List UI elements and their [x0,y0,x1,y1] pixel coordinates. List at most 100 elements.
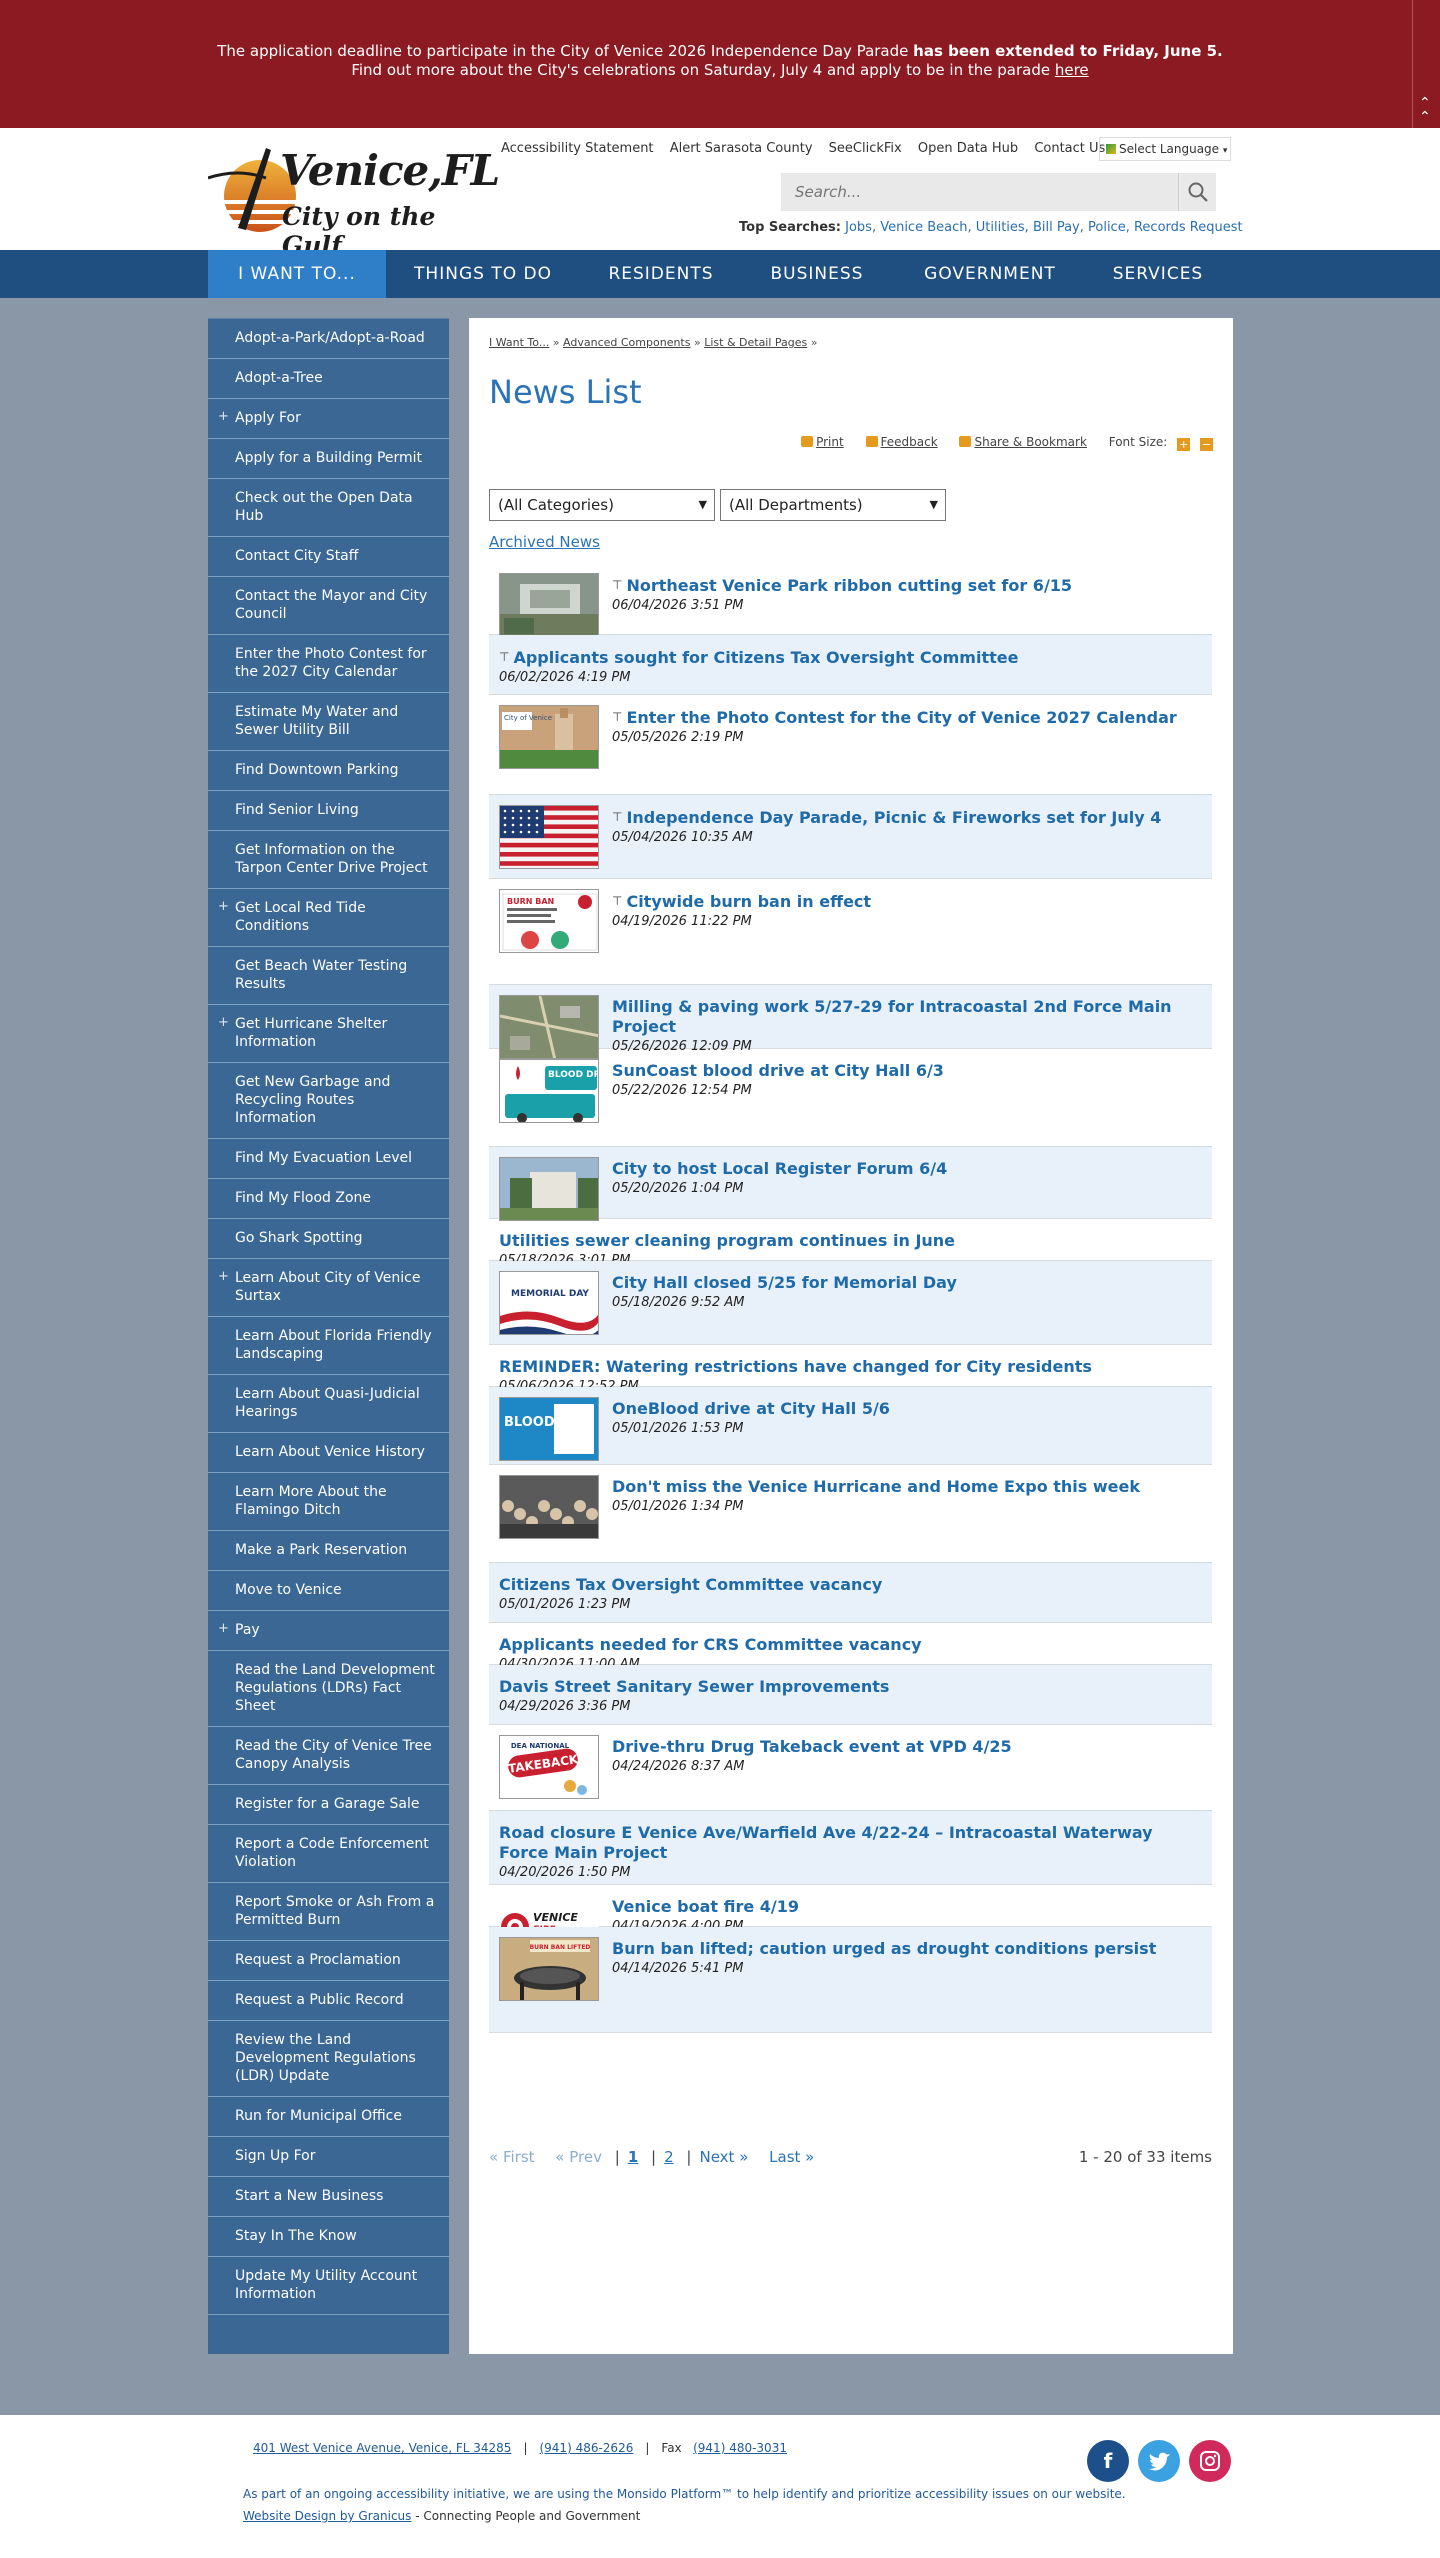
sidebar-item[interactable]: Find Senior Living [208,791,449,831]
archived-news-link[interactable]: Archived News [489,533,600,551]
sidebar-item[interactable]: Report Smoke or Ash From a Permitted Bur… [208,1883,449,1941]
expand-plus-icon[interactable]: + [218,1620,229,1638]
footer-phone-link[interactable]: (941) 486-2626 [539,2441,633,2455]
news-thumbnail[interactable]: City of Venice [499,705,599,769]
footer-design-link[interactable]: Website Design by Granicus [243,2509,411,2523]
sidebar-item[interactable]: Learn About Venice History [208,1433,449,1473]
sidebar-item[interactable]: Contact City Staff [208,537,449,577]
share-bookmark-button[interactable]: Share & Bookmark [959,435,1087,449]
nav-business[interactable]: BUSINESS [757,250,877,298]
sidebar-item[interactable]: + Learn About City of Venice Surtax [208,1259,449,1317]
pager-next[interactable]: Next » [699,2148,748,2166]
twitter-icon[interactable] [1138,2440,1180,2482]
category-select[interactable]: (All Categories) ▼ [489,489,715,521]
news-title-link[interactable]: Davis Street Sanitary Sewer Improvements [499,1677,1199,1697]
alert-here-link[interactable]: here [1055,61,1089,79]
sidebar-item[interactable]: + Get Local Red Tide Conditions [208,889,449,947]
nav-residents[interactable]: RESIDENTS [596,250,726,298]
sidebar-item[interactable]: Go Shark Spotting [208,1219,449,1259]
breadcrumb-link-advanced[interactable]: Advanced Components [563,336,690,349]
news-title-link[interactable]: REMINDER: Watering restrictions have cha… [499,1357,1199,1377]
print-button[interactable]: Print [801,435,844,449]
sidebar-item[interactable]: Find My Flood Zone [208,1179,449,1219]
sidebar-item[interactable]: Sign Up For [208,2137,449,2177]
sidebar-item[interactable]: Register for a Garage Sale [208,1785,449,1825]
news-thumbnail[interactable]: DEA NATIONAL TAKEBACK [499,1735,599,1799]
news-title-link[interactable]: Burn ban lifted; caution urged as drough… [612,1939,1202,1959]
sidebar-item[interactable]: Get Information on the Tarpon Center Dri… [208,831,449,889]
news-thumbnail[interactable]: BURN BAN [499,889,599,953]
news-title-link[interactable]: City to host Local Register Forum 6/4 [612,1159,1202,1179]
sidebar-item[interactable]: Request a Public Record [208,1981,449,2021]
news-title-link[interactable]: Don't miss the Venice Hurricane and Home… [612,1477,1202,1497]
expand-plus-icon[interactable]: + [218,1014,229,1032]
sidebar-item[interactable]: Contact the Mayor and City Council [208,577,449,635]
news-title-link[interactable]: City Hall closed 5/25 for Memorial Day [612,1273,1202,1293]
font-decrease-icon[interactable]: − [1200,438,1213,451]
sidebar-item[interactable]: Get Beach Water Testing Results [208,947,449,1005]
news-thumbnail[interactable] [499,1475,599,1539]
news-title-link[interactable]: Drive-thru Drug Takeback event at VPD 4/… [612,1737,1202,1757]
pager-page-2[interactable]: 2 [664,2148,674,2166]
news-thumbnail[interactable]: BURN BAN LIFTED [499,1937,599,2001]
news-title-link[interactable]: Venice boat fire 4/19 [612,1897,1202,1917]
news-title-link[interactable]: ⊤ Enter the Photo Contest for the City of… [612,707,1202,728]
footer-fax-link[interactable]: (941) 480-3031 [693,2441,787,2455]
department-select[interactable]: (All Departments) ▼ [720,489,946,521]
sidebar-item[interactable]: Estimate My Water and Sewer Utility Bill [208,693,449,751]
sidebar-item[interactable]: Move to Venice [208,1571,449,1611]
news-thumbnail[interactable]: BLOOD [499,1397,599,1461]
sidebar-item[interactable]: Find My Evacuation Level [208,1139,449,1179]
util-link-open-data-hub[interactable]: Open Data Hub [918,141,1018,156]
util-link-accessibility[interactable]: Accessibility Statement [501,141,654,156]
sidebar-item[interactable]: Read the City of Venice Tree Canopy Anal… [208,1727,449,1785]
news-title-link[interactable]: Utilities sewer cleaning program continu… [499,1231,1199,1251]
sidebar-item[interactable]: Learn About Quasi-Judicial Hearings [208,1375,449,1433]
sidebar-item[interactable]: Get New Garbage and Recycling Routes Inf… [208,1063,449,1139]
sidebar-item[interactable]: Run for Municipal Office [208,2097,449,2137]
alert-collapse-button[interactable]: ⌃ ⌃ [1412,0,1440,128]
news-thumbnail[interactable] [499,805,599,869]
util-link-seeclickfix[interactable]: SeeClickFix [829,141,902,156]
nav-government[interactable]: GOVERNMENT [910,250,1070,298]
sidebar-item[interactable]: Start a New Business [208,2177,449,2217]
expand-plus-icon[interactable]: + [218,1268,229,1286]
sidebar-item[interactable]: + Apply For [208,399,449,439]
search-input[interactable] [781,173,1171,211]
sidebar-item[interactable]: Find Downtown Parking [208,751,449,791]
news-title-link[interactable]: Road closure E Venice Ave/Warfield Ave 4… [499,1823,1199,1863]
util-link-alert-sarasota[interactable]: Alert Sarasota County [670,141,813,156]
sidebar-item[interactable]: + Pay [208,1611,449,1651]
facebook-icon[interactable]: f [1087,2440,1129,2482]
sidebar-item[interactable]: Read the Land Development Regulations (L… [208,1651,449,1727]
sidebar-item[interactable]: Review the Land Development Regulations … [208,2021,449,2097]
sidebar-item[interactable]: Enter the Photo Contest for the 2027 Cit… [208,635,449,693]
sidebar-item[interactable]: Apply for a Building Permit [208,439,449,479]
expand-plus-icon[interactable]: + [218,408,229,426]
news-title-link[interactable]: ⊤ Applicants sought for Citizens Tax Over… [499,647,1199,668]
sidebar-item[interactable]: Adopt-a-Park/Adopt-a-Road [208,319,449,359]
instagram-icon[interactable] [1189,2440,1231,2482]
sidebar-item[interactable]: Report a Code Enforcement Violation [208,1825,449,1883]
sidebar-item[interactable]: + Get Hurricane Shelter Information [208,1005,449,1063]
language-select[interactable]: Select Language ▾ [1099,137,1231,161]
news-thumbnail[interactable] [499,573,599,637]
feedback-button[interactable]: Feedback [865,435,938,449]
site-logo[interactable]: Venice,FL City on the Gulf [208,138,500,260]
news-thumbnail[interactable] [499,1157,599,1221]
news-title-link[interactable]: ⊤ Independence Day Parade, Picnic & Firew… [612,807,1202,828]
pager-last[interactable]: Last » [769,2148,814,2166]
nav-services[interactable]: SERVICES [1102,250,1214,298]
news-title-link[interactable]: Milling & paving work 5/27-29 for Intrac… [612,997,1202,1037]
breadcrumb-link-list-detail[interactable]: List & Detail Pages [704,336,807,349]
pager-page-1[interactable]: 1 [628,2148,638,2166]
nav-things-to-do[interactable]: THINGS TO DO [398,250,568,298]
news-thumbnail[interactable]: MEMORIAL DAY [499,1271,599,1335]
nav-i-want-to[interactable]: I WANT TO... [208,250,386,298]
news-title-link[interactable]: Citizens Tax Oversight Committee vacancy [499,1575,1199,1595]
breadcrumb-link-i-want-to[interactable]: I Want To... [489,336,549,349]
news-title-link[interactable]: Applicants needed for CRS Committee vaca… [499,1635,1199,1655]
news-title-link[interactable]: ⊤ Northeast Venice Park ribbon cutting se… [612,575,1202,596]
search-button[interactable] [1178,173,1216,211]
sidebar-item[interactable]: Make a Park Reservation [208,1531,449,1571]
